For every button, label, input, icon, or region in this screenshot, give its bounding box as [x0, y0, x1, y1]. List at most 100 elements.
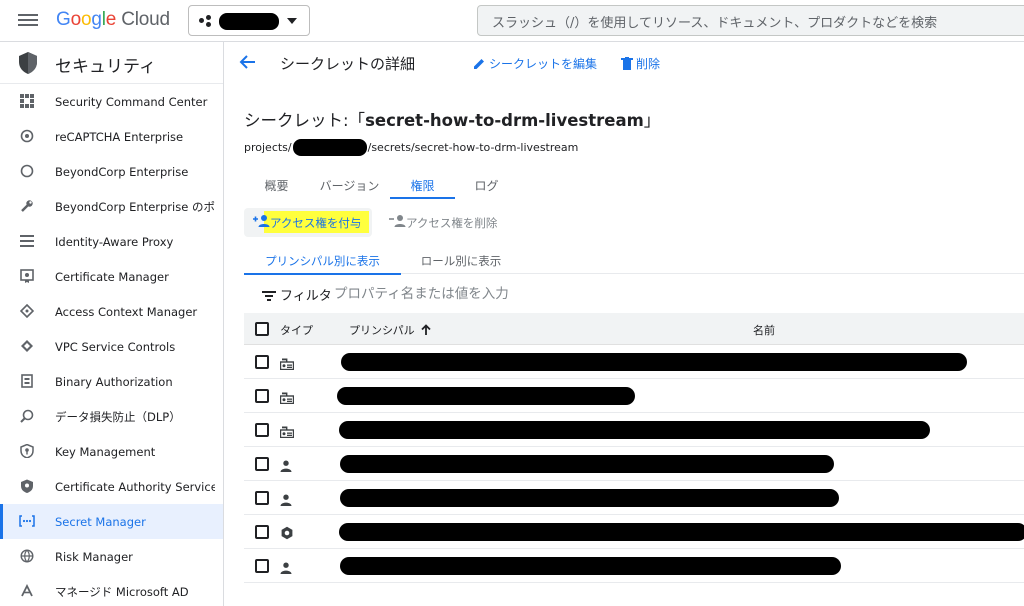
globe-icon: [19, 548, 35, 564]
grant-access-button[interactable]: アクセス権を付与: [244, 208, 372, 237]
ad-icon: [19, 583, 35, 599]
top-bar: Google Cloud スラッシュ（/）を使用してリソース、ドキュメント、プロ…: [0, 0, 1024, 42]
redacted-principal: [340, 455, 834, 473]
row-checkbox[interactable]: [255, 389, 269, 403]
table-body: [244, 345, 1024, 583]
redacted-principal: [341, 353, 967, 371]
sidebar-item-label: Key Management: [55, 444, 156, 459]
view-subtabs: プリンシパル別に表示 ロール別に表示: [244, 246, 1024, 275]
person-icon: [280, 457, 292, 476]
table-row[interactable]: [244, 481, 1024, 515]
row-checkbox[interactable]: [255, 423, 269, 437]
redacted-principal: [340, 557, 841, 575]
delete-button[interactable]: 削除: [621, 55, 660, 72]
diamond-icon: [19, 303, 35, 319]
sidebar-item-certificate-manager[interactable]: Certificate Manager: [0, 259, 223, 294]
path-prefix: projects/: [244, 141, 292, 154]
person-icon: [280, 559, 292, 578]
column-principal[interactable]: プリンシパル: [349, 322, 431, 338]
sidebar-header: セキュリティ: [0, 42, 223, 84]
table-row[interactable]: [244, 413, 1024, 447]
redacted-principal: [339, 421, 930, 439]
sidebar-item-dlp[interactable]: データ損失防止（DLP）: [0, 399, 223, 434]
path-suffix: /secrets/secret-how-to-drm-livestream: [367, 141, 579, 154]
sidebar-item-label: Secret Manager: [55, 514, 146, 529]
google-cloud-logo[interactable]: Google Cloud: [56, 9, 170, 31]
sidebar-item-binary-authorization[interactable]: Binary Authorization: [0, 364, 223, 399]
dlp-icon: [19, 408, 35, 424]
table-row[interactable]: [244, 345, 1024, 379]
column-type[interactable]: タイプ: [280, 322, 313, 338]
secret-name: secret-how-to-drm-livestream: [365, 111, 644, 130]
redacted-project-id: [292, 139, 367, 156]
table-row[interactable]: [244, 447, 1024, 481]
key-shield-icon: [19, 443, 35, 459]
sidebar-item-microsoft-ad[interactable]: マネージド Microsoft AD: [0, 574, 223, 606]
vpc-icon: [19, 338, 35, 354]
google-service-icon: [280, 525, 294, 544]
filter-input[interactable]: [334, 283, 734, 305]
sidebar-item-secret-manager[interactable]: Secret Manager: [0, 504, 223, 539]
page-header: シークレットの詳細 シークレットを編集 削除: [225, 42, 1024, 84]
project-picker[interactable]: [188, 5, 310, 36]
sidebar-item-vpc-service-controls[interactable]: VPC Service Controls: [0, 329, 223, 364]
project-dots-icon: [199, 15, 213, 27]
service-account-icon: [279, 389, 295, 408]
trash-icon: [621, 57, 633, 70]
search-input[interactable]: スラッシュ（/）を使用してリソース、ドキュメント、プロダクトなどを検索: [477, 5, 1024, 36]
sidebar-item-label: BeyondCorp Enterprise: [55, 164, 189, 179]
pencil-icon: [474, 58, 485, 69]
tab-0[interactable]: 概要: [244, 171, 309, 199]
sidebar-item-label: VPC Service Controls: [55, 339, 176, 354]
logo-cloud-text: Cloud: [121, 9, 170, 30]
row-checkbox[interactable]: [255, 457, 269, 471]
edit-secret-button[interactable]: シークレットを編集: [473, 55, 597, 72]
filter-bar: フィルタ: [244, 280, 1024, 310]
grant-access-label: アクセス権を付与: [270, 216, 362, 230]
row-checkbox[interactable]: [255, 559, 269, 573]
security-shield-icon: [19, 52, 37, 74]
permissions-table: タイプ プリンシパル 名前: [244, 313, 1024, 583]
subtab-0[interactable]: プリンシパル別に表示: [244, 246, 401, 275]
row-checkbox[interactable]: [255, 491, 269, 505]
redacted-principal: [340, 489, 839, 507]
row-checkbox[interactable]: [255, 355, 269, 369]
back-arrow-icon[interactable]: [239, 53, 257, 71]
sidebar-item-key-management[interactable]: Key Management: [0, 434, 223, 469]
table-row[interactable]: [244, 515, 1024, 549]
sidebar-item-identity-aware-proxy[interactable]: Identity-Aware Proxy: [0, 224, 223, 259]
hamburger-menu-icon[interactable]: [18, 11, 38, 29]
select-all-checkbox[interactable]: [255, 322, 269, 336]
tab-3[interactable]: ログ: [455, 171, 518, 199]
filter-label: フィルタ: [280, 289, 332, 304]
sidebar-item-certificate-authority-service[interactable]: Certificate Authority Service: [0, 469, 223, 504]
row-checkbox[interactable]: [255, 525, 269, 539]
table-row[interactable]: [244, 549, 1024, 583]
filter-icon: [262, 291, 276, 301]
sidebar-item-label: reCAPTCHA Enterprise: [55, 129, 184, 144]
recaptcha-icon: [19, 128, 35, 144]
sidebar-item-risk-manager[interactable]: Risk Manager: [0, 539, 223, 574]
tab-2[interactable]: 権限: [390, 171, 455, 199]
secret-icon: [19, 513, 35, 529]
table-row[interactable]: [244, 379, 1024, 413]
person-icon: [280, 491, 292, 510]
sidebar-item-label: データ損失防止（DLP）: [55, 409, 181, 424]
remove-access-label: アクセス権を削除: [406, 216, 498, 230]
subtab-1[interactable]: ロール別に表示: [401, 246, 521, 274]
list-icon: [19, 233, 35, 249]
sidebar-item-beyondcorp-enterprise[interactable]: BeyondCorp Enterprise のポ…: [0, 189, 223, 224]
tab-1[interactable]: バージョン: [309, 171, 390, 199]
column-name[interactable]: 名前: [753, 322, 775, 338]
sidebar-item-label: Binary Authorization: [55, 374, 173, 389]
remove-person-icon: [389, 215, 406, 227]
sidebar-item-beyondcorp-enterprise[interactable]: BeyondCorp Enterprise: [0, 154, 223, 189]
main-content: シークレットの詳細 シークレットを編集 削除 シークレット:「secret-ho…: [225, 42, 1024, 606]
sidebar-item-access-context-manager[interactable]: Access Context Manager: [0, 294, 223, 329]
sidebar-item-recaptcha-enterprise[interactable]: reCAPTCHA Enterprise: [0, 119, 223, 154]
wrench-icon: [19, 198, 35, 214]
sidebar-item-security-command-center[interactable]: Security Command Center: [0, 84, 223, 119]
secret-heading-prefix: シークレット:「: [244, 111, 366, 130]
binary-icon: [19, 373, 35, 389]
sidebar-nav: Security Command Center reCAPTCHA Enterpr…: [0, 84, 223, 606]
